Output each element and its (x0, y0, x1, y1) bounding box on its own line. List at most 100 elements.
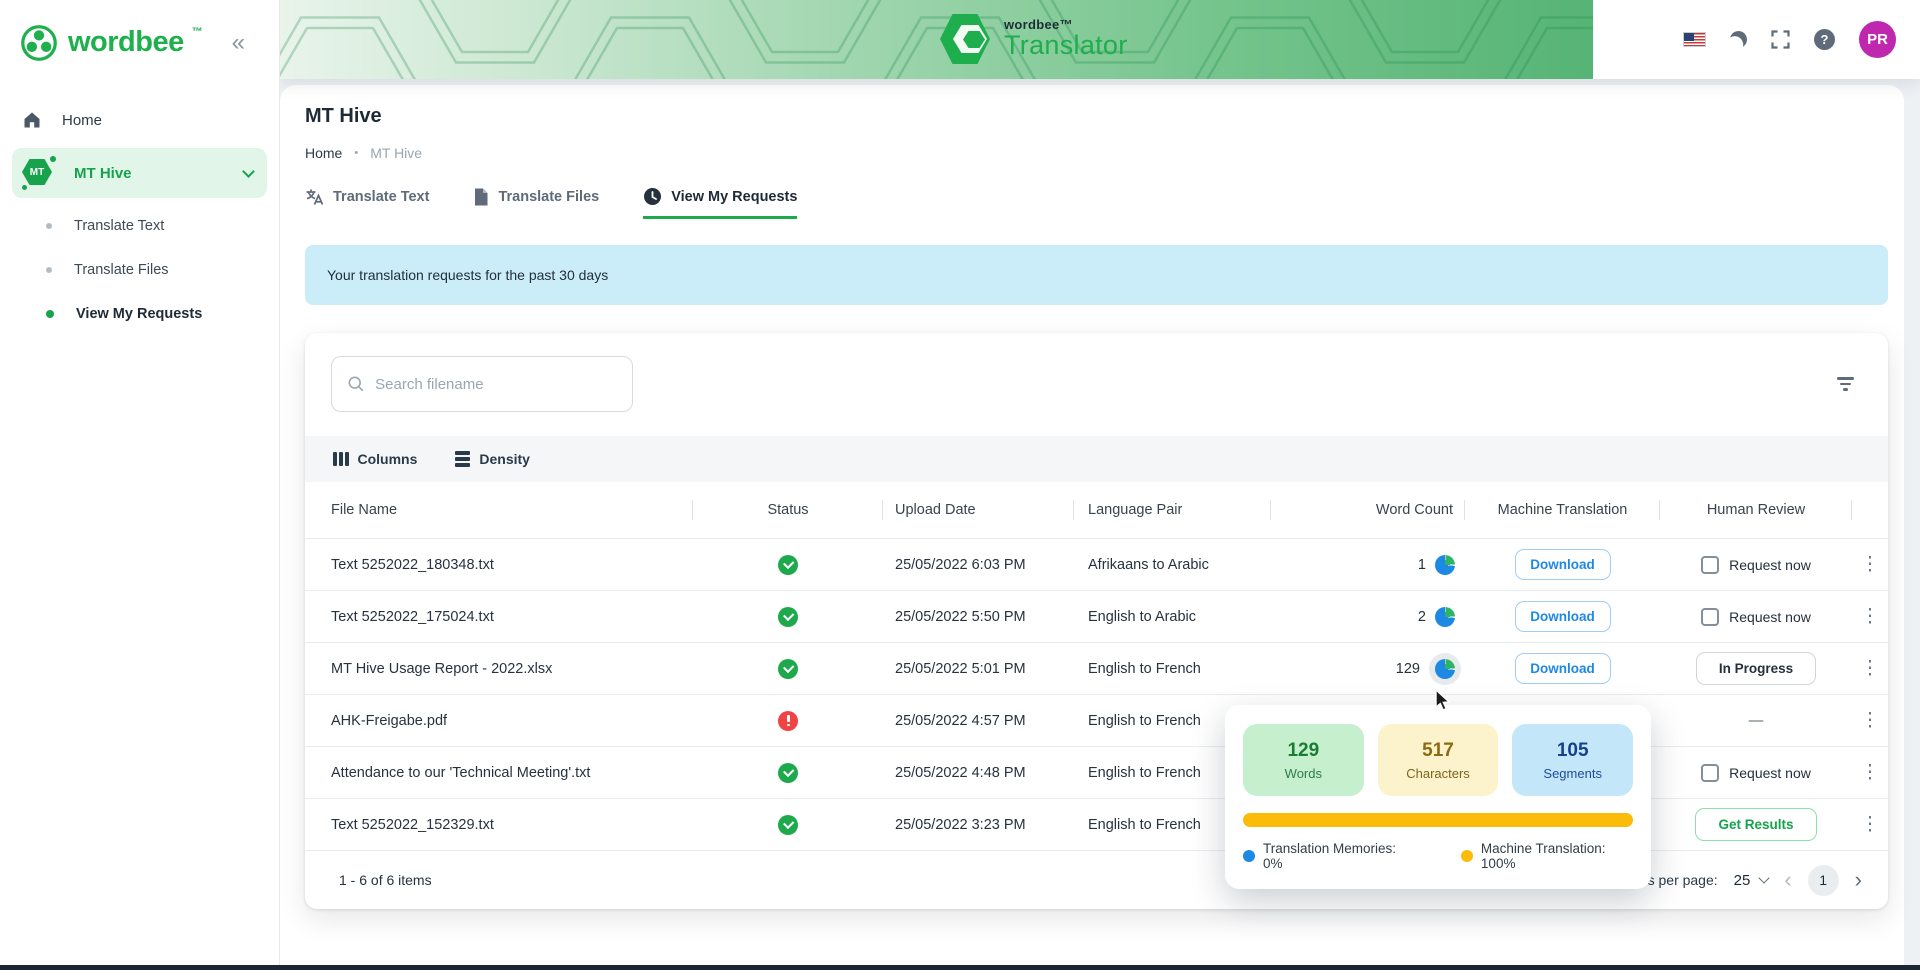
status-error-icon (778, 711, 798, 731)
bottom-edge-strip (0, 965, 1920, 970)
download-button[interactable]: Download (1515, 549, 1611, 580)
status-success-icon (778, 555, 798, 575)
header-banner: wordbee™ Translator (280, 0, 1593, 79)
tab-label: View My Requests (671, 189, 797, 205)
request-now-option[interactable]: Request now (1701, 556, 1811, 574)
get-results-button[interactable]: Get Results (1695, 808, 1816, 841)
column-header-status[interactable]: Status (693, 482, 883, 538)
translate-icon (305, 188, 324, 206)
language-pair-cell: Afrikaans to Arabic (1074, 539, 1271, 590)
request-now-checkbox[interactable] (1701, 608, 1719, 626)
fullscreen-icon[interactable] (1771, 30, 1790, 49)
tab-translate-files[interactable]: Translate Files (473, 187, 599, 219)
upload-date-cell: 25/05/2022 4:57 PM (883, 695, 1074, 746)
dark-mode-icon[interactable] (1728, 29, 1749, 50)
column-header-language-pair[interactable]: Language Pair (1074, 482, 1271, 538)
home-icon (22, 110, 42, 130)
download-button[interactable]: Download (1515, 653, 1611, 684)
language-pair-cell: English to French (1074, 643, 1271, 694)
avatar[interactable]: PR (1859, 21, 1896, 58)
filter-icon[interactable] (1833, 373, 1858, 395)
sidebar-item-view-my-requests[interactable]: View My Requests (0, 292, 279, 336)
search-box (331, 356, 633, 412)
upload-date-cell: 25/05/2022 5:50 PM (883, 591, 1074, 642)
column-header-machine-translation[interactable]: Machine Translation (1465, 482, 1660, 538)
column-header-human-review[interactable]: Human Review (1660, 482, 1852, 538)
translator-hex-icon (940, 14, 990, 64)
sidebar: wordbee ™ « Home MT MT Hive (0, 0, 280, 965)
column-header-file-name[interactable]: File Name (305, 482, 693, 538)
brand-name: wordbee (68, 22, 184, 62)
chevron-down-icon (242, 165, 255, 178)
table-row: MT Hive Usage Report - 2022.xlsx 25/05/2… (305, 642, 1888, 694)
kebab-menu-icon[interactable]: ⋮ (1853, 759, 1888, 786)
density-button[interactable]: Density (455, 451, 530, 467)
word-count-tooltip: 129 Words 517 Characters 105 Segments Tr… (1225, 705, 1651, 889)
tab-translate-text[interactable]: Translate Text (305, 187, 429, 219)
upload-date-cell: 25/05/2022 3:23 PM (883, 799, 1074, 850)
machine-translation-progress-bar (1243, 813, 1633, 827)
request-now-checkbox[interactable] (1701, 556, 1719, 574)
breadcrumb-current: MT Hive (370, 145, 422, 161)
main-content: MT Hive Home • MT Hive Trans (280, 85, 1904, 965)
kebab-menu-icon[interactable]: ⋮ (1853, 655, 1888, 682)
request-now-option[interactable]: Request now (1701, 608, 1811, 626)
kebab-menu-icon[interactable]: ⋮ (1853, 811, 1888, 838)
sidebar-item-translate-files[interactable]: Translate Files (0, 248, 279, 292)
breadcrumb-home[interactable]: Home (305, 145, 342, 161)
table-row: Text 5252022_175024.txt 25/05/2022 5:50 … (305, 590, 1888, 642)
page-title: MT Hive (305, 105, 1904, 128)
request-now-checkbox[interactable] (1701, 764, 1719, 782)
column-header-word-count[interactable]: Word Count (1271, 482, 1465, 538)
file-icon (473, 188, 489, 206)
download-button[interactable]: Download (1515, 601, 1611, 632)
kebab-menu-icon[interactable]: ⋮ (1853, 551, 1888, 578)
language-flag-icon[interactable] (1683, 32, 1706, 47)
pie-chart-icon[interactable] (1435, 659, 1455, 679)
kebab-menu-icon[interactable]: ⋮ (1853, 603, 1888, 630)
sidebar-nav: Home MT MT Hive Translate Text Translate… (0, 98, 279, 336)
tab-view-my-requests[interactable]: View My Requests (643, 187, 797, 219)
sidebar-item-mt-hive[interactable]: MT MT Hive (12, 148, 267, 198)
file-name-cell: Text 5252022_175024.txt (305, 591, 693, 642)
translation-memories-dot (1243, 850, 1255, 862)
sidebar-item-label: MT Hive (74, 165, 132, 182)
table-row: Text 5252022_180348.txt 25/05/2022 6:03 … (305, 538, 1888, 590)
sidebar-item-label: Translate Text (74, 218, 164, 234)
current-page-number[interactable]: 1 (1808, 865, 1839, 896)
sidebar-item-translate-text[interactable]: Translate Text (0, 204, 279, 248)
sidebar-item-home[interactable]: Home (0, 98, 279, 142)
file-name-cell: Attendance to our 'Technical Meeting'.tx… (305, 747, 693, 798)
pagination: Rows per page: 25 ‹ 1 › (1620, 865, 1862, 896)
collapse-sidebar-icon[interactable]: « (232, 31, 245, 55)
wordbee-logo-icon (18, 22, 60, 64)
breadcrumb: Home • MT Hive (305, 145, 1904, 161)
word-count-value: 1 (1418, 557, 1426, 573)
translator-logo: wordbee™ Translator (940, 14, 1128, 64)
tab-label: Translate Text (333, 189, 429, 205)
breadcrumb-separator: • (354, 147, 358, 159)
chevron-down-icon (1759, 872, 1770, 883)
rows-per-page-select[interactable]: 25 (1734, 872, 1769, 889)
in-progress-button[interactable]: In Progress (1696, 652, 1816, 685)
bullet-icon (46, 267, 52, 273)
next-page-button[interactable]: › (1855, 867, 1862, 893)
file-name-cell: AHK-Freigabe.pdf (305, 695, 693, 746)
machine-translation-dot (1461, 850, 1473, 862)
search-input[interactable] (375, 376, 616, 393)
density-icon (455, 451, 470, 467)
language-pair-cell: English to Arabic (1074, 591, 1271, 642)
wordbee-logo[interactable]: wordbee ™ (18, 22, 203, 64)
kebab-menu-icon[interactable]: ⋮ (1853, 707, 1888, 734)
pie-chart-icon[interactable] (1435, 555, 1455, 575)
pie-chart-icon[interactable] (1435, 607, 1455, 627)
help-icon[interactable]: ? (1814, 29, 1835, 50)
clock-icon (643, 187, 662, 206)
columns-button[interactable]: Columns (333, 451, 417, 467)
previous-page-button[interactable]: ‹ (1784, 867, 1791, 893)
status-success-icon (778, 815, 798, 835)
sidebar-item-label: Translate Files (74, 262, 169, 278)
request-now-option[interactable]: Request now (1701, 764, 1811, 782)
column-header-upload-date[interactable]: Upload Date (883, 482, 1074, 538)
status-success-icon (778, 763, 798, 783)
